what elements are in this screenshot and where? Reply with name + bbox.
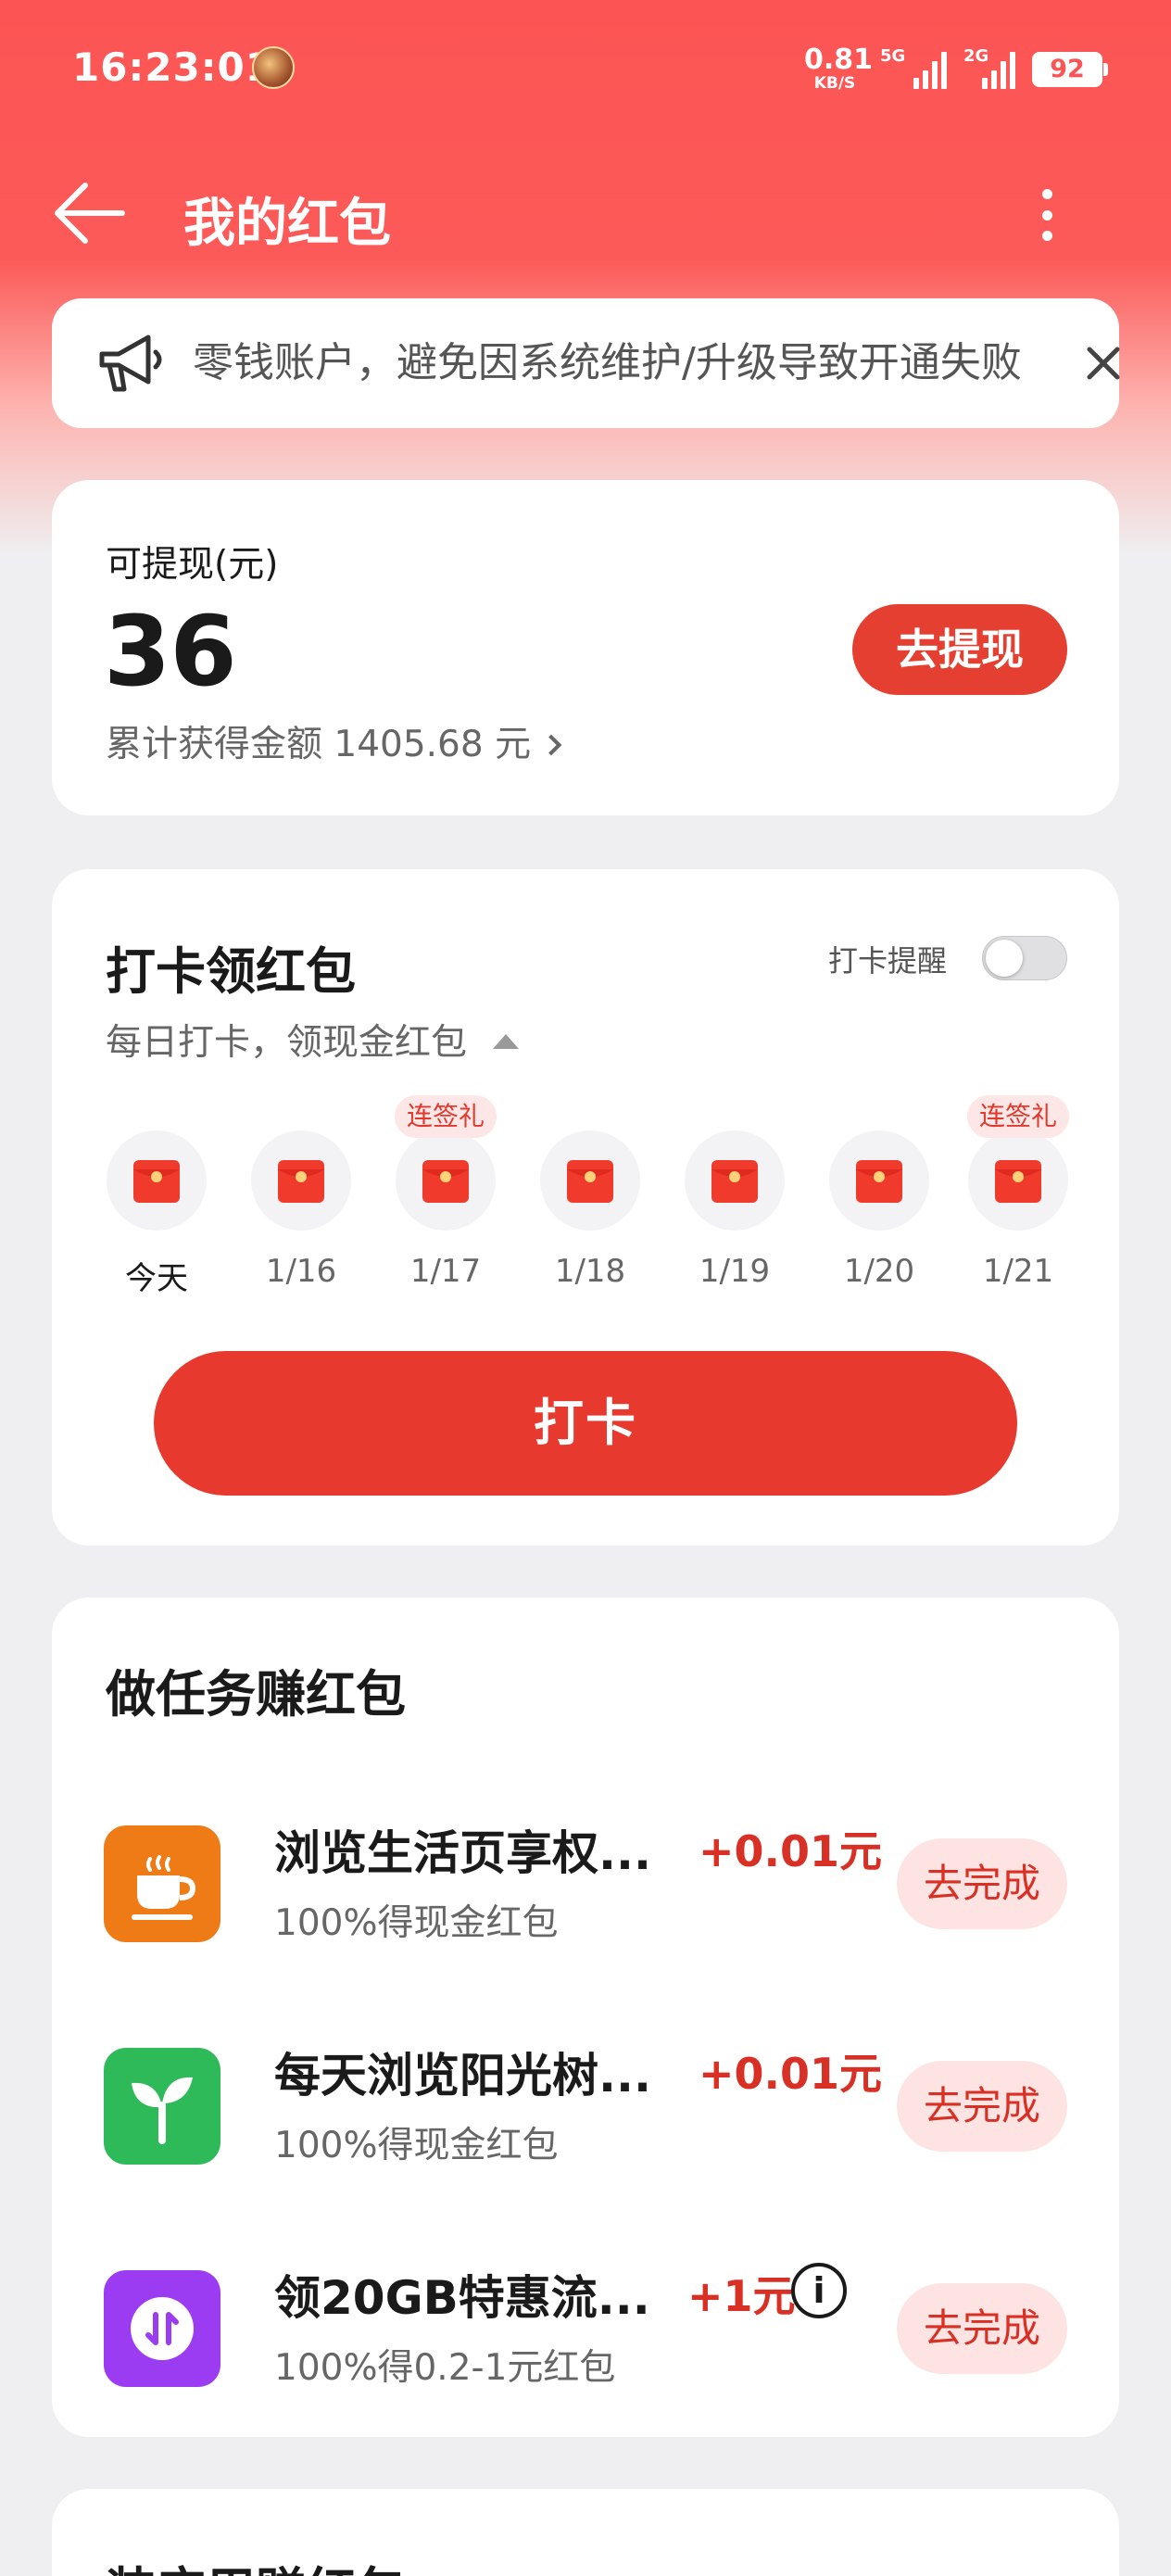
red-envelope-icon — [856, 1160, 902, 1203]
task-desc: 100%得现金红包 — [274, 1902, 559, 1944]
red-envelope-icon — [133, 1160, 180, 1203]
coffee-cup-icon — [104, 1825, 220, 1942]
sprout-glyph — [132, 2077, 193, 2144]
close-icon[interactable] — [1080, 340, 1127, 386]
more-dot — [1041, 209, 1052, 221]
checkin-days: 今天 1/16 连签礼 1/17 1/18 1/19 1/20 连签礼 1/21 — [52, 1095, 1119, 1297]
checkin-remind-label: 打卡提醒 — [828, 943, 948, 979]
game-avatar-icon — [252, 46, 295, 89]
day-label: 1/18 — [554, 1253, 626, 1290]
day-label: 1/19 — [699, 1253, 771, 1290]
task-desc: 100%得0.2-1元红包 — [274, 2347, 616, 2389]
day-label: 1/20 — [843, 1253, 915, 1290]
toggle-knob — [986, 940, 1023, 977]
notice-bar[interactable]: 零钱账户，避免因系统维护/升级导致开通失败 — [52, 298, 1120, 428]
day-label: 1/16 — [265, 1253, 337, 1290]
info-icon[interactable]: i — [791, 2263, 847, 2318]
red-envelope-icon — [567, 1160, 613, 1203]
red-envelope-icon — [278, 1160, 324, 1203]
data-transfer-icon — [104, 2270, 220, 2387]
network-speed-value: 0.81 — [804, 44, 874, 76]
day-label: 今天 — [125, 1260, 188, 1297]
day-label: 1/21 — [982, 1253, 1054, 1290]
megaphone-icon — [99, 335, 162, 392]
task-reward: +0.01元 — [699, 2049, 883, 2099]
task-name: 浏览生活页享权... — [274, 1826, 651, 1880]
withdraw-button[interactable]: 去提现 — [852, 604, 1067, 695]
task-name: 领20GB特惠流... — [274, 2271, 650, 2325]
chevron-right-icon — [540, 734, 562, 756]
collapse-arrow-icon — [493, 1034, 520, 1049]
checkin-subtitle: 每日打卡，领现金红包 — [106, 1022, 468, 1064]
checkin-button[interactable]: 打卡 — [154, 1351, 1017, 1496]
checkin-day[interactable]: 连签礼 1/17 — [395, 1095, 497, 1290]
checkin-day[interactable]: 今天 — [106, 1097, 208, 1297]
checkin-day[interactable]: 1/16 — [250, 1097, 352, 1290]
arrow-left-icon — [55, 183, 125, 244]
signal-2g-icon: 2G — [963, 46, 1015, 89]
battery-icon: 92 — [1032, 52, 1108, 87]
checkin-day[interactable]: 1/20 — [828, 1097, 930, 1290]
task-desc: 100%得现金红包 — [274, 2125, 559, 2166]
checkin-card: 打卡领红包 每日打卡，领现金红包 打卡提醒 今天 1/16 连签礼 1/17 1… — [52, 869, 1119, 1546]
red-envelope-icon — [995, 1160, 1041, 1203]
red-envelope-icon — [711, 1160, 758, 1203]
checkin-title: 打卡领红包 — [106, 942, 356, 1001]
task-go-button[interactable]: 去完成 — [897, 2061, 1067, 2152]
streak-gift-badge: 连签礼 — [967, 1095, 1069, 1138]
checkin-remind-toggle[interactable] — [982, 936, 1067, 980]
withdraw-card: 可提现(元) 36 累计获得金额 1405.68 元 去提现 — [52, 480, 1119, 815]
data-transfer-glyph — [131, 2297, 194, 2360]
task-go-button[interactable]: 去完成 — [897, 1838, 1067, 1929]
more-dot — [1041, 189, 1052, 199]
more-options-button[interactable] — [1028, 182, 1065, 248]
streak-gift-badge: 连签礼 — [395, 1095, 497, 1138]
notice-text: 零钱账户，避免因系统维护/升级导致开通失败 — [193, 339, 1022, 386]
task-name: 每天浏览阳光树... — [274, 2049, 651, 2102]
task-go-button[interactable]: 去完成 — [897, 2283, 1067, 2374]
tasks-title: 做任务赚红包 — [106, 1665, 406, 1724]
checkin-day[interactable]: 连签礼 1/21 — [967, 1095, 1069, 1290]
network-speed: 0.81 KB/S — [804, 44, 874, 93]
more-dot — [1041, 231, 1052, 241]
checkin-day[interactable]: 1/19 — [684, 1097, 786, 1290]
task-item: 领20GB特惠流... +1元 i 100%得0.2-1元红包 去完成 — [52, 2261, 1119, 2391]
task-reward: +1元 — [687, 2271, 796, 2321]
day-label: 1/17 — [409, 1253, 482, 1290]
task-item: 每天浏览阳光树... +0.01元 100%得现金红包 去完成 — [52, 2039, 1119, 2168]
status-bar: 16:23:01 0.81 KB/S 5G 2G 92 — [0, 0, 1171, 139]
task-reward: +0.01元 — [699, 1826, 883, 1876]
coffee-cup-glyph — [132, 1855, 196, 1920]
red-envelope-icon — [422, 1160, 469, 1203]
checkin-day[interactable]: 1/18 — [539, 1097, 641, 1290]
page-title: 我的红包 — [183, 194, 391, 254]
network-speed-unit: KB/S — [813, 74, 856, 93]
sprout-icon — [104, 2048, 220, 2165]
status-time: 16:23:01 — [72, 44, 273, 90]
signal-5g-tag: 5G — [880, 46, 906, 66]
back-button[interactable] — [48, 176, 132, 250]
checkin-subtitle-toggle[interactable]: 每日打卡，领现金红包 — [106, 1014, 520, 1066]
total-earned-text: 累计获得金额 1405.68 元 — [106, 724, 532, 765]
withdrawable-label: 可提现(元) — [106, 544, 279, 586]
withdrawable-amount: 36 — [104, 595, 237, 708]
install-apps-title: 装应用赚红包 — [106, 2550, 406, 2576]
task-item: 浏览生活页享权... +0.01元 100%得现金红包 去完成 — [52, 1816, 1119, 1946]
install-apps-card: 装应用赚红包 — [52, 2489, 1119, 2576]
signal-5g-icon: 5G — [880, 46, 947, 89]
total-earned-link[interactable]: 累计获得金额 1405.68 元 — [106, 715, 562, 767]
tasks-card: 做任务赚红包 浏览生活页享权... +0.01元 100%得现金红包 去完成 每… — [52, 1597, 1119, 2437]
